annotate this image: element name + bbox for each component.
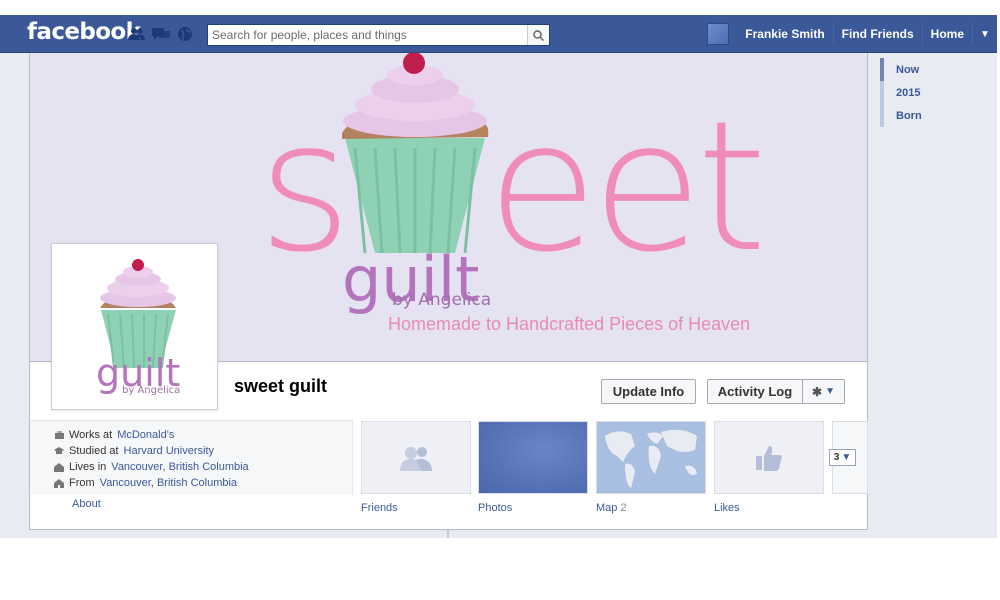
friends-icon [400, 446, 432, 471]
photos-label[interactable]: Photos [478, 502, 512, 514]
work-prefix: Works at [69, 429, 113, 441]
map-label[interactable]: Map 2 [596, 502, 627, 514]
work-link[interactable]: McDonald's [117, 429, 174, 441]
about-tab-link[interactable]: About [72, 498, 101, 510]
friends-tile[interactable] [361, 421, 471, 494]
likes-label[interactable]: Likes [714, 502, 740, 514]
profile-picture[interactable]: guilt by Angelica [51, 243, 218, 410]
sweet-word: sweet [258, 83, 761, 292]
by-angelica-text: by Angelica [392, 290, 491, 310]
friends-label[interactable]: Friends [361, 502, 398, 514]
timeline-spine [447, 530, 449, 538]
map-tile[interactable] [596, 421, 706, 494]
search-button[interactable] [527, 25, 549, 45]
world-map-icon [597, 422, 705, 493]
scrubber-now[interactable]: Now [880, 58, 922, 81]
from-link[interactable]: Vancouver, British Columbia [100, 477, 237, 489]
graduation-cap-icon [54, 447, 64, 456]
gear-icon: ✱ [812, 384, 823, 399]
facebook-logo[interactable]: facebook [27, 19, 141, 45]
education-row: Studied at Harvard University [54, 445, 214, 457]
education-prefix: Studied at [69, 445, 119, 457]
photos-tile[interactable] [478, 421, 588, 494]
about-box: Works at McDonald's Studied at Harvard U… [30, 420, 353, 495]
work-row: Works at McDonald's [54, 429, 174, 441]
friend-requests-icon[interactable] [128, 26, 146, 42]
education-link[interactable]: Harvard University [124, 445, 214, 457]
lives-link[interactable]: Vancouver, British Columbia [111, 461, 248, 473]
from-prefix: From [69, 477, 95, 489]
settings-gear-button[interactable]: ✱ ▼ [802, 379, 845, 404]
home-origin-icon [54, 478, 64, 488]
timeline-scrubber: Now 2015 Born [880, 58, 922, 127]
activity-log-button[interactable]: Activity Log [707, 379, 802, 404]
page-title[interactable]: sweet guilt [234, 376, 327, 397]
more-count: 3 [833, 452, 840, 463]
account-menu-caret-icon[interactable]: ▼ [973, 23, 997, 45]
nav-right: Frankie Smith Find Friends Home ▼ [707, 15, 997, 53]
notification-jewels [128, 26, 194, 42]
profile-by-angelica: by Angelica [122, 385, 180, 396]
search-input[interactable] [208, 25, 526, 45]
briefcase-icon [54, 431, 64, 440]
messages-icon[interactable] [152, 26, 170, 42]
home-link[interactable]: Home [923, 23, 973, 45]
info-band: Works at McDonald's Studied at Harvard U… [29, 420, 868, 530]
user-name-link[interactable]: Frankie Smith [737, 23, 834, 45]
likes-tile[interactable] [714, 421, 824, 494]
chevron-down-icon: ▼ [841, 452, 852, 463]
find-friends-link[interactable]: Find Friends [834, 23, 923, 45]
map-count: 2 [620, 502, 627, 514]
more-tiles-button[interactable]: 3 ▼ [829, 449, 856, 466]
map-label-text: Map [596, 502, 618, 514]
top-bar: facebook Frankie Smith Find Friends Home… [0, 15, 997, 53]
house-icon [54, 462, 64, 472]
search-icon [533, 29, 544, 41]
from-row: From Vancouver, British Columbia [54, 477, 237, 489]
cover-tagline: Homemade to Handcrafted Pieces of Heaven [388, 314, 751, 334]
thumbs-up-icon [756, 445, 782, 471]
scrubber-born[interactable]: Born [880, 104, 922, 127]
chevron-down-icon: ▼ [825, 386, 835, 397]
lives-prefix: Lives in [69, 461, 107, 473]
search-box [207, 24, 550, 46]
scrubber-2015[interactable]: 2015 [880, 81, 922, 104]
user-avatar[interactable] [707, 23, 730, 45]
facebook-page: facebook Frankie Smith Find Friends Home… [0, 0, 1000, 600]
update-info-button[interactable]: Update Info [601, 379, 696, 404]
lives-row: Lives in Vancouver, British Columbia [54, 461, 249, 473]
notifications-globe-icon[interactable] [176, 26, 194, 42]
profile-logo-artwork: guilt by Angelica [56, 248, 213, 405]
